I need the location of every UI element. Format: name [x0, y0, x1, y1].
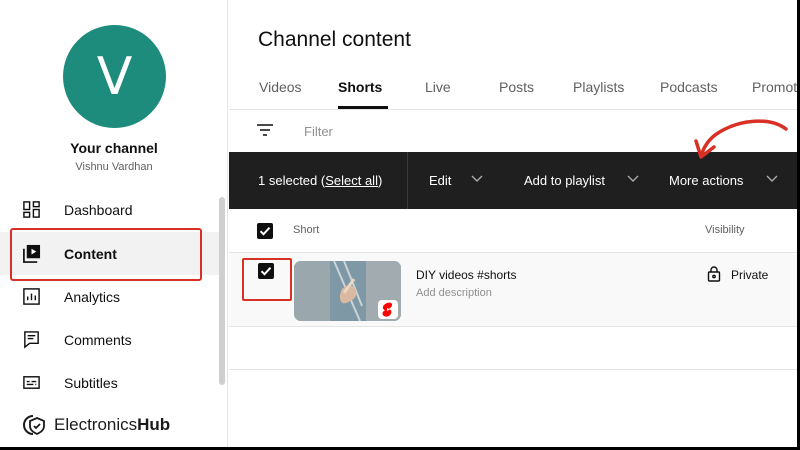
table-row[interactable]: DIY videos #shorts Add description Priva…	[229, 253, 797, 327]
video-thumbnail[interactable]	[294, 261, 401, 321]
checkmark-icon	[259, 227, 271, 236]
sidebar-item-label: Dashboard	[64, 201, 133, 218]
sidebar: V Your channel Vishnu Vardhan Dashboard …	[0, 0, 228, 447]
subtitles-icon	[23, 376, 40, 389]
video-title[interactable]: DIY videos #shorts	[416, 268, 517, 282]
tab-playlists[interactable]: Playlists	[573, 79, 624, 95]
main-content: Channel content Videos Shorts Live Posts…	[229, 0, 797, 447]
selection-suffix: )	[377, 173, 383, 188]
watermark: Electronics Hub	[22, 414, 170, 436]
sidebar-item-label: Analytics	[64, 288, 121, 305]
analytics-icon	[23, 288, 40, 305]
more-actions-button[interactable]: More actions	[669, 173, 743, 188]
bar-divider	[407, 152, 408, 209]
lock-icon	[707, 266, 721, 282]
thumbnail-image	[294, 261, 401, 321]
visibility-status[interactable]: Private	[731, 268, 768, 282]
channel-avatar[interactable]: V	[63, 25, 166, 128]
tab-videos[interactable]: Videos	[259, 79, 302, 95]
select-all-link[interactable]: Select all	[325, 173, 378, 188]
tab-promotions[interactable]: Promotions	[752, 79, 797, 95]
select-all-checkbox[interactable]	[257, 223, 273, 239]
list-empty-row	[229, 327, 797, 370]
sidebar-item-subtitles[interactable]: Subtitles	[0, 361, 220, 404]
filter-icon[interactable]	[256, 123, 274, 137]
chevron-down-icon	[766, 175, 778, 182]
chevron-down-icon	[471, 175, 483, 182]
add-to-playlist-button[interactable]: Add to playlist	[524, 173, 605, 188]
channel-owner: Vishnu Vardhan	[75, 161, 153, 173]
selection-prefix: 1 selected (	[258, 173, 326, 188]
sidebar-item-label: Comments	[64, 331, 132, 348]
edit-button[interactable]: Edit	[429, 173, 451, 188]
sidebar-item-label: Subtitles	[64, 374, 118, 391]
tab-posts[interactable]: Posts	[499, 79, 534, 95]
filter-input[interactable]: Filter	[304, 124, 333, 139]
tab-shorts[interactable]: Shorts	[338, 79, 382, 95]
active-tab-indicator	[338, 106, 388, 109]
chevron-down-icon	[627, 175, 639, 182]
list-header: Short Visibility	[229, 209, 797, 253]
brand-light: Electronics	[54, 415, 138, 434]
electronicshub-logo-icon	[23, 415, 45, 436]
brand-bold: Hub	[137, 415, 171, 434]
page-title: Channel content	[258, 28, 411, 51]
comments-icon	[24, 331, 39, 349]
checkbox-highlight-box	[242, 258, 292, 301]
sidebar-scrollbar[interactable]	[219, 197, 225, 385]
column-header-visibility[interactable]: Visibility	[705, 224, 745, 236]
sidebar-item-dashboard[interactable]: Dashboard	[0, 188, 220, 231]
selection-count: 1 selected (Select all)	[258, 173, 382, 188]
channel-title: Your channel	[70, 140, 158, 156]
content-highlight-box	[10, 228, 202, 281]
tab-live[interactable]: Live	[425, 79, 451, 95]
sidebar-item-analytics[interactable]: Analytics	[0, 275, 220, 318]
studio-window: V Your channel Vishnu Vardhan Dashboard …	[0, 0, 797, 447]
tab-podcasts[interactable]: Podcasts	[660, 79, 718, 95]
annotation-arrow	[694, 119, 788, 159]
dashboard-icon	[23, 201, 40, 218]
tab-bar: Videos Shorts Live Posts Playlists Podca…	[229, 66, 797, 110]
video-description[interactable]: Add description	[416, 287, 492, 299]
sidebar-item-comments[interactable]: Comments	[0, 318, 220, 361]
column-header-short[interactable]: Short	[293, 224, 319, 236]
